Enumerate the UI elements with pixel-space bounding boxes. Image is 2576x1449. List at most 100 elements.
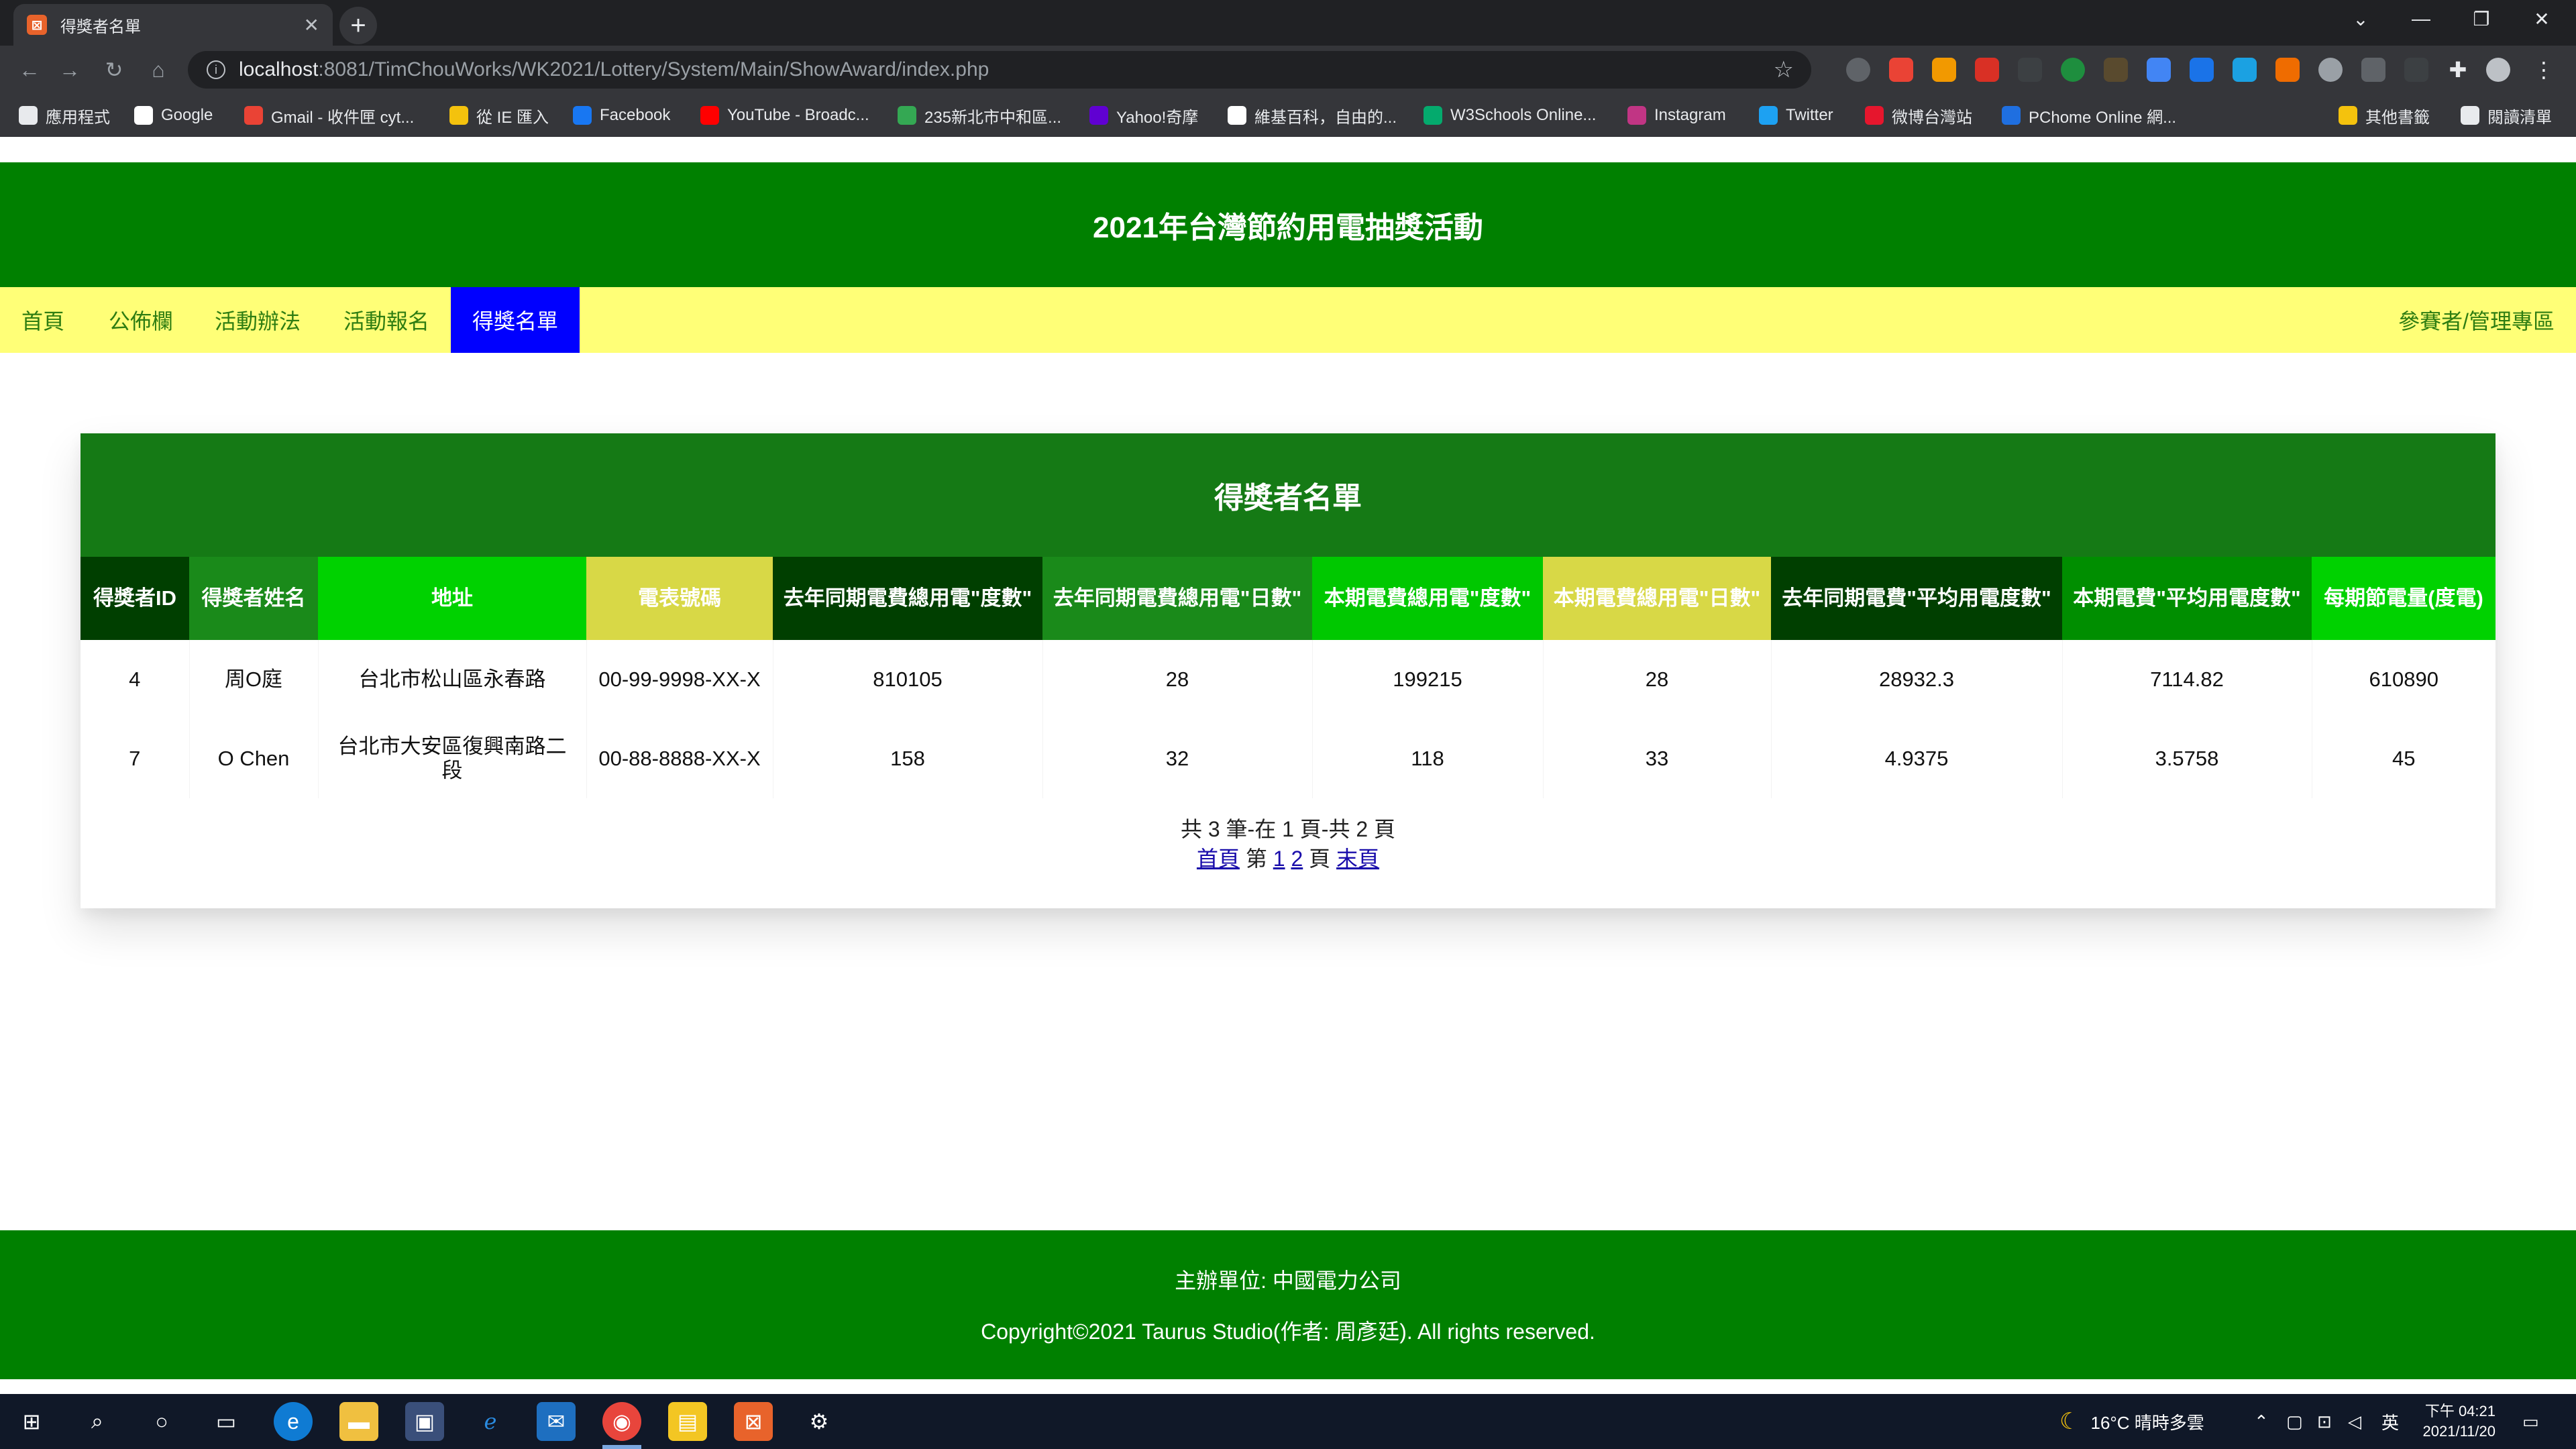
- bookmark-item[interactable]: 微博台灣站: [1865, 103, 1972, 127]
- bookmark-item[interactable]: 從 IE 匯入: [449, 103, 549, 127]
- site-info-icon[interactable]: i: [207, 60, 225, 79]
- home-icon[interactable]: ⌂: [144, 55, 173, 85]
- moon-icon: ☾: [2059, 1409, 2080, 1434]
- close-window-button[interactable]: ✕: [2512, 0, 2572, 38]
- nav-award-list[interactable]: 得獎名單: [451, 287, 580, 353]
- address-bar[interactable]: i localhost :8081/TimChouWorks/WK2021/Lo…: [188, 51, 1811, 89]
- table-body: 4 周O庭 台北市松山區永春路 00-99-9998-XX-X 810105 28 1992…: [80, 640, 2496, 798]
- extension-icon[interactable]: [1975, 58, 1999, 82]
- extension-icon[interactable]: [2404, 58, 2428, 82]
- extensions-puzzle-icon[interactable]: ✚: [2443, 55, 2473, 85]
- extension-icon[interactable]: [2061, 58, 2085, 82]
- menu-kebab-icon[interactable]: ⋮: [2529, 55, 2559, 85]
- tab-search-icon[interactable]: ⌄: [2330, 0, 2391, 38]
- bookmark-favicon-icon: [244, 106, 263, 125]
- site-title: 2021年台灣節約用電抽獎活動: [1093, 211, 1483, 244]
- bookmark-item[interactable]: 閱讀清單: [2461, 103, 2552, 127]
- minimize-button[interactable]: —: [2391, 0, 2451, 38]
- task-view-icon[interactable]: ▭: [207, 1402, 246, 1441]
- nav-register[interactable]: 活動報名: [343, 287, 429, 353]
- xampp-icon[interactable]: ⊠: [734, 1402, 773, 1441]
- bookmark-favicon-icon: [1759, 106, 1778, 125]
- bookmark-item[interactable]: 其他書籤: [2339, 103, 2430, 127]
- notification-icon[interactable]: ▭: [2522, 1394, 2539, 1449]
- nav-bulletin[interactable]: 公佈欄: [109, 287, 173, 353]
- reload-icon[interactable]: ↻: [99, 55, 129, 85]
- bookmark-item[interactable]: Instagram: [1627, 103, 1726, 127]
- column-header: 本期電費總用電"度數": [1312, 557, 1543, 640]
- sticky-notes-icon[interactable]: ▤: [668, 1402, 707, 1441]
- last-page-link[interactable]: 末頁: [1336, 847, 1379, 871]
- award-card-title: 得獎者名單: [80, 433, 2496, 557]
- settings-gear-icon[interactable]: ⚙: [800, 1402, 839, 1441]
- bookmark-item[interactable]: 235新北市中和區...: [898, 103, 1061, 127]
- extension-icon[interactable]: [2104, 58, 2128, 82]
- bookmark-item[interactable]: Facebook: [573, 103, 670, 127]
- bookmark-label: YouTube - Broadc...: [727, 106, 869, 124]
- bookmark-item[interactable]: Google: [134, 103, 213, 127]
- chevron-up-icon[interactable]: ⌃: [2254, 1394, 2269, 1449]
- extension-icon[interactable]: [2233, 58, 2257, 82]
- extension-icon[interactable]: [1846, 58, 1870, 82]
- volume-icon[interactable]: ◁: [2348, 1394, 2361, 1449]
- taskbar: ⊞ ⌕ ○ ▭ e ▬ ▣ ℯ ✉ ◉ ▤ ⊠ ⚙ ☾ 16°C 晴時多雲 ⌃ …: [0, 1394, 2576, 1449]
- extension-icon[interactable]: [2318, 58, 2343, 82]
- table-header-row: 得獎者ID 得獎者姓名 地址 電表號碼 去年同期電費總用電"度數" 去年同期電費總用電"日…: [80, 557, 2496, 640]
- store-icon[interactable]: ▣: [405, 1402, 444, 1441]
- table-cell: 7114.82: [2061, 640, 2312, 719]
- restore-button[interactable]: ❐: [2451, 0, 2512, 38]
- nav-home[interactable]: 首頁: [21, 287, 64, 353]
- file-explorer-icon[interactable]: ▬: [339, 1402, 378, 1441]
- browser-tab[interactable]: ⊠ 得獎者名單 ✕: [13, 4, 333, 46]
- column-header: 得獎者ID: [80, 557, 189, 640]
- table-cell: 周O庭: [189, 640, 318, 719]
- input-method-indicator[interactable]: 英: [2381, 1394, 2399, 1449]
- bookmark-item[interactable]: Gmail - 收件匣 cyt...: [244, 103, 414, 127]
- new-tab-button[interactable]: +: [339, 7, 377, 44]
- first-page-link[interactable]: 首頁: [1197, 847, 1240, 871]
- table-cell: 28932.3: [1770, 640, 2062, 719]
- clock[interactable]: 下午 04:21 2021/11/20: [2415, 1394, 2496, 1449]
- bookmark-item[interactable]: W3Schools Online...: [1424, 103, 1596, 127]
- extension-icon[interactable]: [2147, 58, 2171, 82]
- table-cell: 158: [772, 719, 1042, 798]
- mail-icon[interactable]: ✉: [537, 1402, 576, 1441]
- bookmark-item[interactable]: PChome Online 網...: [2002, 103, 2176, 127]
- bookmark-item[interactable]: Twitter: [1759, 103, 1833, 127]
- extension-icon[interactable]: [1889, 58, 1913, 82]
- table-cell: 台北市大安區復興南路二段: [317, 719, 586, 798]
- bookmark-star-icon[interactable]: ☆: [1774, 56, 1794, 83]
- back-arrow-icon[interactable]: ←: [15, 55, 44, 85]
- extension-icon[interactable]: [2190, 58, 2214, 82]
- table-row: 4 周O庭 台北市松山區永春路 00-99-9998-XX-X 810105 28 1992…: [80, 640, 2496, 719]
- cortana-icon[interactable]: ○: [142, 1402, 181, 1441]
- internet-explorer-icon[interactable]: ℯ: [471, 1402, 510, 1441]
- table-cell: 199215: [1311, 640, 1543, 719]
- extension-icon[interactable]: [2018, 58, 2042, 82]
- page-link-2[interactable]: 2: [1291, 847, 1303, 871]
- meet-now-icon[interactable]: ▢: [2286, 1394, 2303, 1449]
- bookmark-label: Yahoo!奇摩: [1116, 108, 1199, 127]
- page-link-1[interactable]: 1: [1273, 847, 1285, 871]
- bookmark-item[interactable]: 應用程式: [19, 103, 110, 127]
- search-icon[interactable]: ⌕: [78, 1402, 117, 1441]
- bookmark-item[interactable]: YouTube - Broadc...: [700, 103, 869, 127]
- award-table: 得獎者ID 得獎者姓名 地址 電表號碼 去年同期電費總用電"度數" 去年同期電費總用電"日…: [80, 557, 2496, 798]
- bookmark-item[interactable]: Yahoo!奇摩: [1089, 103, 1198, 127]
- table-cell: 45: [2311, 719, 2496, 798]
- network-icon[interactable]: ⊡: [2317, 1394, 2332, 1449]
- forward-arrow-icon[interactable]: →: [55, 55, 85, 85]
- nav-rules[interactable]: 活動辦法: [215, 287, 301, 353]
- nav-member-admin[interactable]: 參賽者/管理專區: [2398, 287, 2555, 353]
- profile-avatar[interactable]: [2486, 58, 2510, 82]
- windows-start-icon[interactable]: ⊞: [12, 1402, 51, 1441]
- edge-browser-icon[interactable]: e: [274, 1402, 313, 1441]
- bookmark-favicon-icon: [19, 106, 38, 125]
- chrome-icon[interactable]: ◉: [602, 1402, 641, 1441]
- extension-icon[interactable]: [2361, 58, 2385, 82]
- weather-widget[interactable]: ☾ 16°C 晴時多雲: [2059, 1394, 2204, 1449]
- bookmark-item[interactable]: 維基百科，自由的...: [1228, 103, 1397, 127]
- close-tab-icon[interactable]: ✕: [304, 14, 319, 36]
- extension-icon[interactable]: [2275, 58, 2300, 82]
- extension-icon[interactable]: [1932, 58, 1956, 82]
